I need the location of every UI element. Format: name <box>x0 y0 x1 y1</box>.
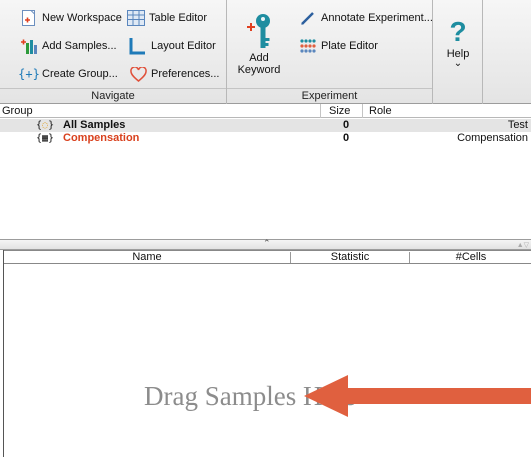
ribbon-toolbar: New Workspace Table Editor Add Samples..… <box>0 0 531 104</box>
experiment-group: Add Keyword Annotate Experiment... Plate… <box>227 0 433 104</box>
heart-icon <box>129 65 147 83</box>
group-role: Compensation <box>457 132 528 144</box>
size-column-header[interactable]: Size <box>329 104 350 118</box>
preferences-button[interactable]: Preferences... <box>129 64 219 84</box>
groups-table-header: Group Size Role <box>0 104 531 118</box>
name-column-header[interactable]: Name <box>4 251 290 264</box>
group-row-compensation[interactable]: {▦} Compensation 0 Compensation <box>0 132 531 145</box>
question-mark-icon: ? <box>449 16 467 47</box>
add-keyword-label-line1: Add <box>249 52 269 64</box>
group-name: Compensation <box>63 132 140 144</box>
header-divider <box>362 104 363 118</box>
groups-table: Group Size Role {◌} All Samples 0 Test {… <box>0 104 531 240</box>
new-workspace-label: New Workspace <box>42 12 122 24</box>
plate-editor-button[interactable]: Plate Editor <box>299 36 378 56</box>
group-size: 0 <box>343 119 350 131</box>
role-column-header[interactable]: Role <box>369 104 392 118</box>
help-group: ? Help ⌄ <box>433 0 483 104</box>
help-chevron-icon: ⌄ <box>453 58 463 69</box>
create-group-label: Create Group... <box>42 68 118 80</box>
group-row-all-samples[interactable]: {◌} All Samples 0 Test <box>0 119 531 132</box>
plate-editor-label: Plate Editor <box>321 40 378 52</box>
pencil-icon <box>299 9 317 27</box>
layout-editor-icon <box>129 37 147 55</box>
cells-column-header[interactable]: #Cells <box>410 251 531 264</box>
add-keyword-label-line2: Keyword <box>237 64 281 76</box>
layout-editor-button[interactable]: Layout Editor <box>129 36 216 56</box>
plate-editor-icon <box>299 37 317 55</box>
resize-grip-icon: ▲▽ <box>516 242 529 249</box>
group-name: All Samples <box>63 119 126 131</box>
table-editor-icon <box>127 9 145 27</box>
group-size: 0 <box>343 132 350 144</box>
statistics-table-header: Name Statistic #Cells <box>4 250 531 264</box>
new-workspace-button[interactable]: New Workspace <box>20 8 122 28</box>
group-role: Test <box>507 119 528 131</box>
add-keyword-button[interactable]: Add Keyword <box>233 12 285 76</box>
compensation-grid-icon: {▦} <box>36 133 55 144</box>
arrow-left-icon <box>304 375 531 417</box>
navigate-group-label: Navigate <box>0 88 226 104</box>
group-column-header[interactable]: Group <box>2 104 33 118</box>
create-group-icon: {+} <box>18 67 40 81</box>
navigate-group: New Workspace Table Editor Add Samples..… <box>0 0 227 104</box>
experiment-group-label: Experiment <box>227 88 432 104</box>
add-samples-button[interactable]: Add Samples... <box>20 36 117 56</box>
create-group-button[interactable]: {+} Create Group... <box>18 64 118 84</box>
table-editor-label: Table Editor <box>149 12 208 24</box>
header-divider <box>320 104 321 118</box>
preferences-label: Preferences... <box>151 68 220 80</box>
group-folder-icon: {◌} <box>36 120 55 131</box>
pane-splitter[interactable]: ⌃ ▲▽ <box>0 238 531 250</box>
key-icon <box>233 12 285 52</box>
annotate-experiment-button[interactable]: Annotate Experiment... <box>299 8 433 28</box>
new-workspace-icon <box>20 9 38 27</box>
statistics-table[interactable]: Name Statistic #Cells Drag Samples Here <box>3 250 531 457</box>
add-samples-icon <box>20 37 38 55</box>
add-samples-label: Add Samples... <box>42 40 117 52</box>
annotate-experiment-label: Annotate Experiment... <box>321 12 433 24</box>
table-editor-button[interactable]: Table Editor <box>127 8 207 28</box>
splitter-handle-icon[interactable]: ⌃ <box>263 238 271 249</box>
layout-editor-label: Layout Editor <box>151 40 216 52</box>
statistic-column-header[interactable]: Statistic <box>291 251 409 264</box>
help-button[interactable]: ? Help ⌄ <box>436 16 480 69</box>
